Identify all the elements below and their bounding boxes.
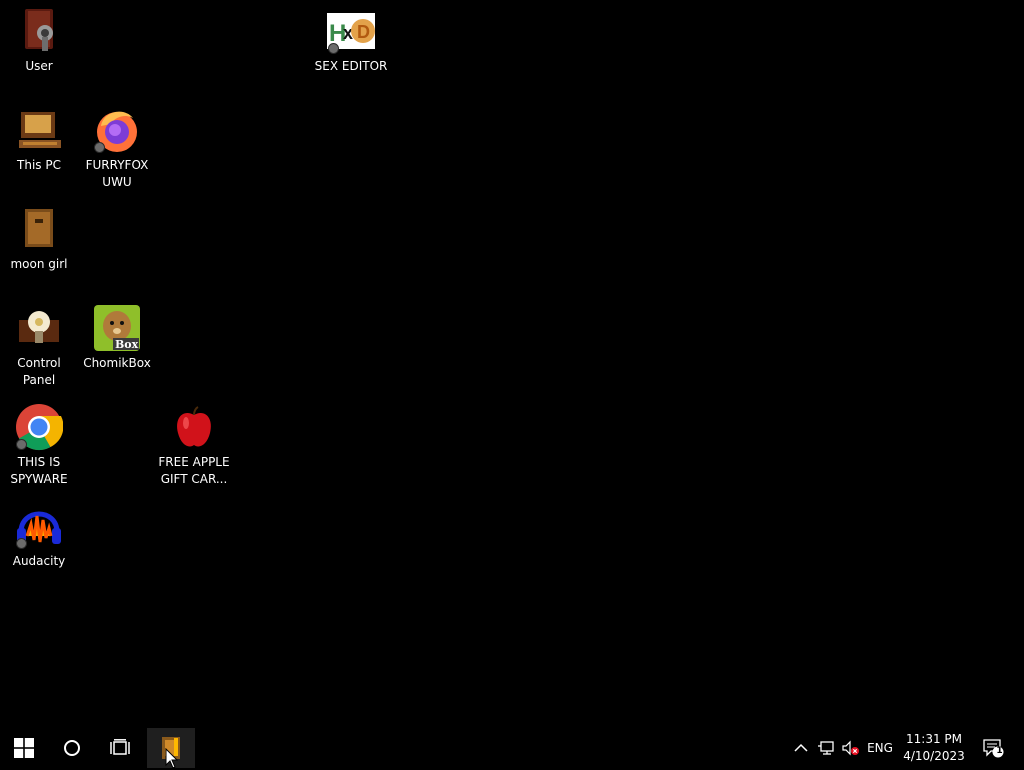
desktop-icon-label: This PC [17, 158, 61, 172]
computer-icon [15, 106, 63, 154]
shortcut-arrow-icon [94, 142, 105, 153]
red-apple-icon [170, 403, 218, 451]
desktop-icon-label: User [25, 59, 53, 73]
svg-text:D: D [357, 22, 370, 42]
desktop-icon-user[interactable]: User [0, 7, 78, 75]
firefox-icon [93, 106, 141, 154]
network-button[interactable] [814, 728, 838, 768]
desktop-icon-control-panel[interactable]: Control Panel [0, 304, 78, 389]
hxd-hex-editor-icon: H x D [327, 7, 375, 55]
desktop-icon-firefox[interactable]: FURRYFOX UWU [78, 106, 156, 191]
mouse-cursor-icon [165, 748, 179, 769]
shortcut-arrow-icon [328, 43, 339, 54]
desktop-icon-label: THIS IS SPYWARE [10, 455, 68, 486]
task-view-icon [110, 739, 130, 755]
volume-muted-icon [842, 740, 859, 756]
svg-text:Box: Box [115, 338, 139, 351]
desktop-icon-label: Audacity [12, 554, 66, 568]
clock-time: 11:31 PM [906, 732, 962, 746]
chrome-icon [15, 403, 64, 451]
notification-count: 1 [996, 746, 1003, 756]
network-icon [818, 741, 834, 755]
desktop-icon-this-pc[interactable]: This PC [0, 106, 78, 174]
language-indicator[interactable]: ENG [864, 728, 896, 768]
start-button[interactable] [0, 728, 48, 768]
windows-logo-icon [14, 738, 34, 758]
chevron-up-icon [794, 743, 808, 752]
language-label: ENG [867, 741, 893, 755]
desktop-icon-label: SEX EDITOR [314, 59, 388, 73]
desktop-icon-label: moon girl [10, 257, 68, 271]
desktop-icon-label: FURRYFOX UWU [85, 158, 149, 189]
tray-overflow-button[interactable] [790, 728, 812, 768]
user-folder-icon [15, 7, 63, 55]
wooden-box-icon [15, 205, 63, 253]
desktop-icon-audacity[interactable]: Audacity [0, 502, 78, 570]
desktop-icon-apple-gift-card[interactable]: FREE APPLE GIFT CAR... [155, 403, 233, 488]
clock[interactable]: 11:31 PM 4/10/2023 [900, 728, 968, 768]
desktop-icon-moon-girl[interactable]: moon girl [0, 205, 78, 273]
desktop-icon-label: ChomikBox [83, 356, 151, 370]
clock-date: 4/10/2023 [903, 749, 965, 763]
action-center-button[interactable]: 1 [978, 728, 1008, 768]
search-button[interactable] [48, 728, 96, 768]
audacity-headphones-icon [15, 502, 63, 550]
hamster-box-icon: Box [93, 304, 141, 352]
volume-button[interactable] [839, 728, 863, 768]
taskbar: ENG 11:31 PM 4/10/2023 1 [0, 728, 1024, 769]
shortcut-arrow-icon [16, 439, 27, 450]
desktop-icon-label: Control Panel [17, 356, 61, 387]
desktop-icon-chrome[interactable]: THIS IS SPYWARE [0, 403, 78, 488]
desktop-icon-chomikbox[interactable]: Box ChomikBox [78, 304, 156, 372]
task-view-button[interactable] [96, 728, 144, 768]
desktop[interactable]: User H x D SEX EDITOR This PC FURRYFOX U… [0, 0, 1024, 728]
desktop-icon-hex-editor[interactable]: H x D SEX EDITOR [312, 7, 390, 75]
cortana-circle-icon [64, 740, 80, 756]
lightbulb-icon [15, 304, 63, 352]
shortcut-arrow-icon [16, 538, 27, 549]
desktop-icon-label: FREE APPLE GIFT CAR... [158, 455, 230, 486]
